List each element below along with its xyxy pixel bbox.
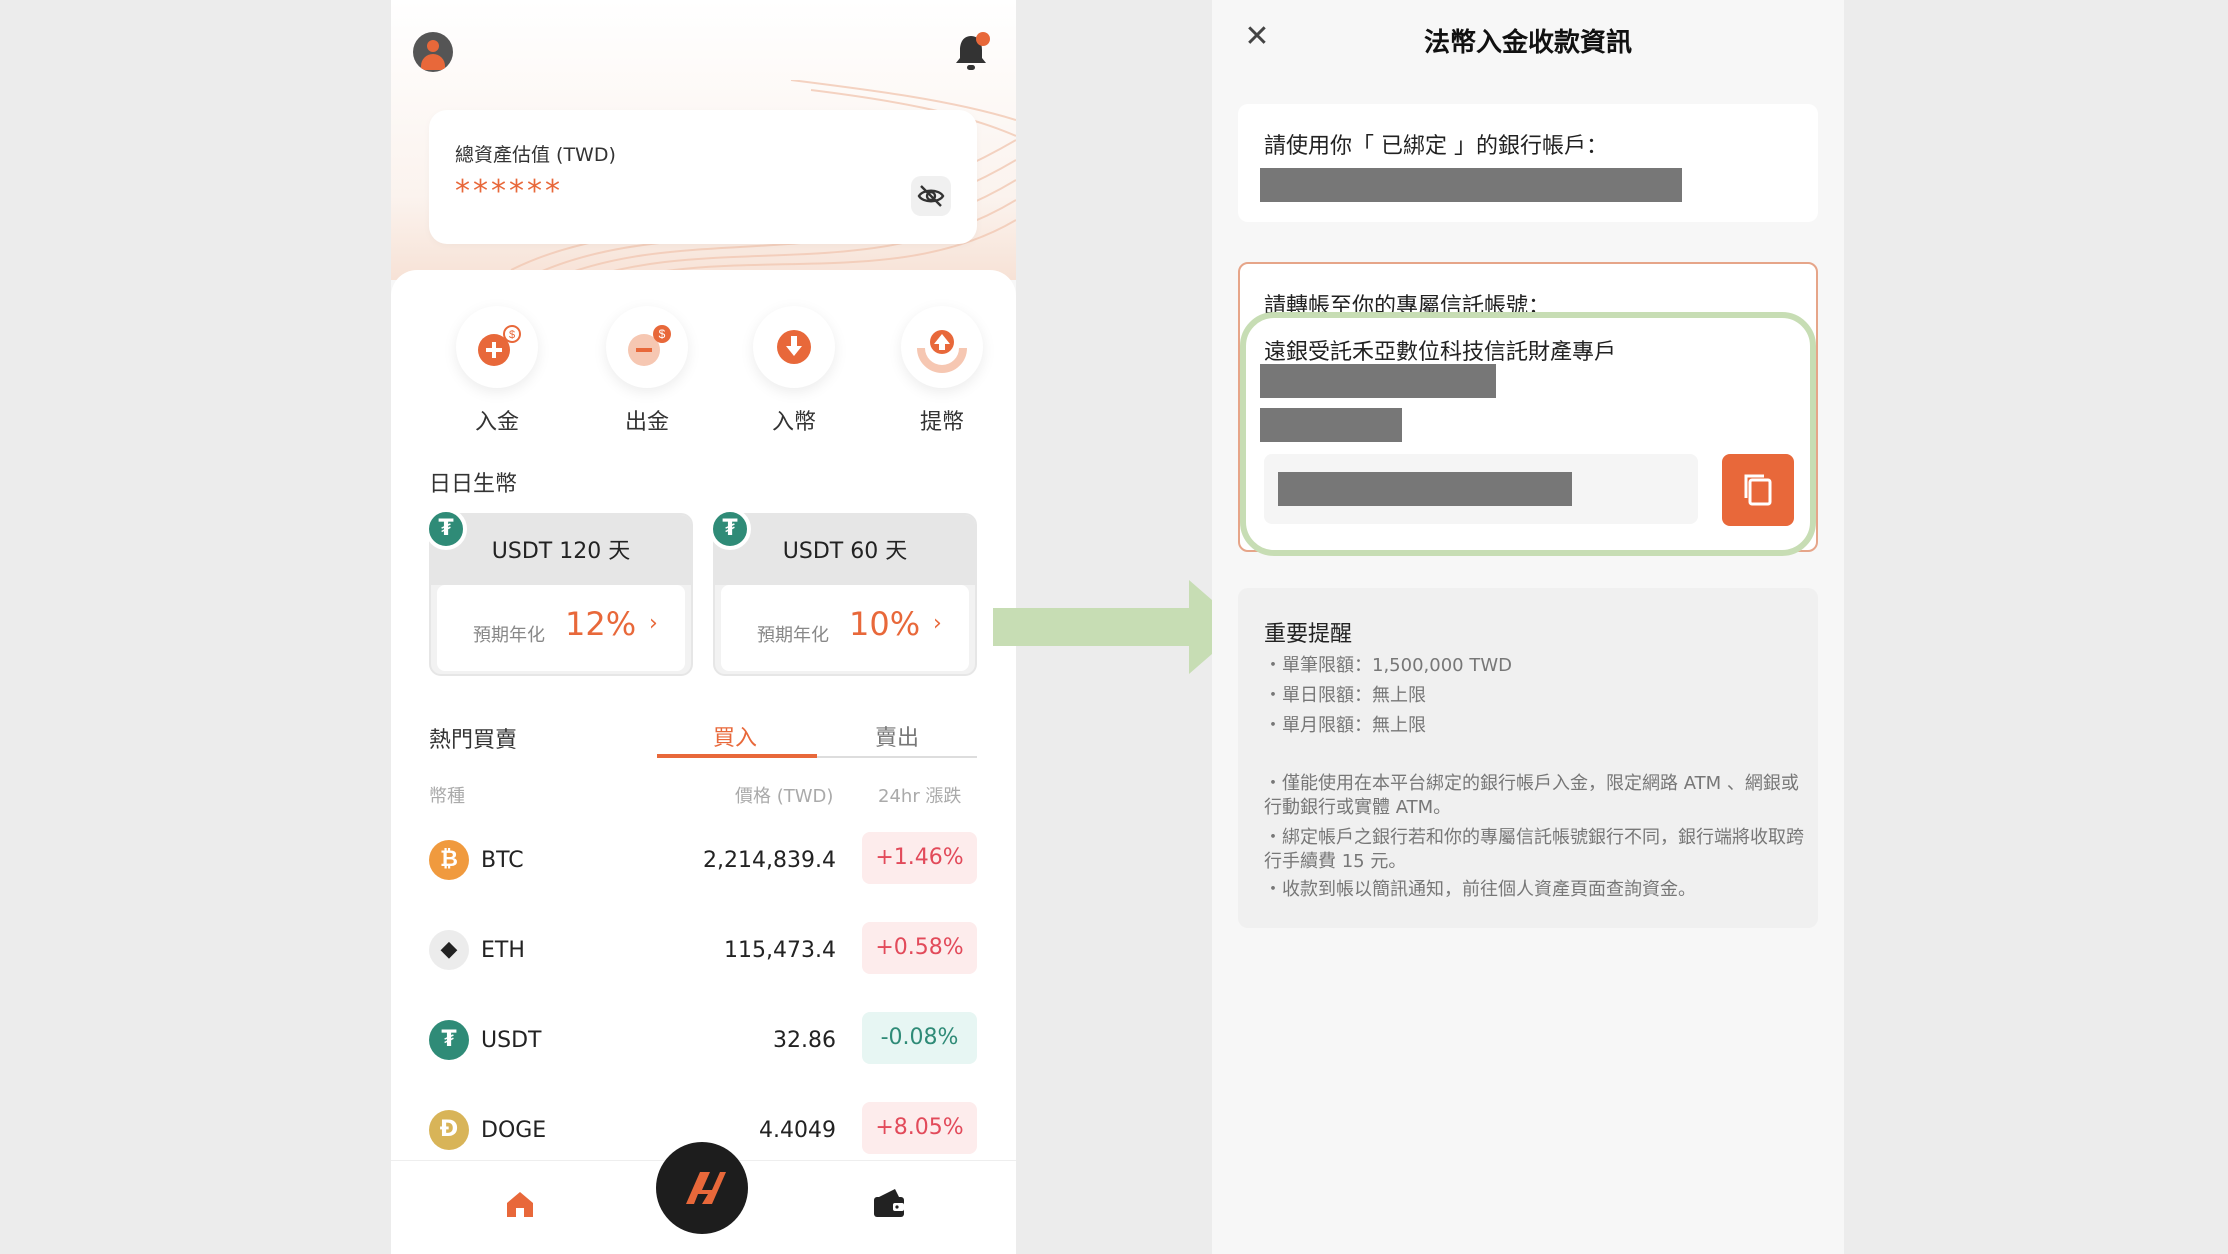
- tab-buy[interactable]: 買入: [713, 720, 757, 752]
- action-withdraw[interactable]: $ 出金: [592, 306, 702, 436]
- svg-text:$: $: [659, 327, 666, 341]
- coin-symbol: ETH: [481, 938, 525, 963]
- action-label: 入金: [474, 410, 519, 435]
- table-row[interactable]: ◆ ETH 115,473.4 +0.58%: [391, 920, 1016, 980]
- limit-monthly: ・單月限額：無上限: [1264, 715, 1426, 736]
- wallet-icon[interactable]: [871, 1185, 907, 1221]
- usdt-icon: ₮: [429, 1020, 469, 1060]
- home-screen: 總資產估值 (TWD) ****** $ 入金 $ 出金 入幣 提幣 日日生幣 …: [391, 0, 1016, 1254]
- chevron-right-icon: ›: [933, 611, 942, 636]
- highlight-ring: [1240, 312, 1816, 556]
- action-coin-in[interactable]: 入幣: [739, 306, 849, 436]
- btc-icon: ₿: [429, 840, 469, 880]
- column-header-change: 24hr 漲跌: [878, 786, 962, 807]
- arrow-right-icon: [993, 580, 1243, 674]
- coin-price: 32.86: [773, 1028, 836, 1053]
- doge-icon: Ð: [429, 1110, 469, 1150]
- avatar[interactable]: [413, 32, 453, 72]
- note-sms: ・收款到帳以簡訊通知，前往個人資產頁面查詢資金。: [1264, 879, 1696, 900]
- asset-title: 總資產估值 (TWD): [455, 144, 616, 166]
- action-label: 提幣: [919, 410, 964, 435]
- action-label: 出金: [624, 410, 669, 435]
- chevron-right-icon: ›: [649, 611, 658, 636]
- earn-rate-label: 預期年化: [473, 625, 545, 646]
- brand-logo-icon: [686, 1172, 726, 1204]
- market-section-title: 熱門買賣: [429, 728, 518, 753]
- earn-product-card[interactable]: USDT 60 天 預期年化 10% ›: [713, 513, 977, 676]
- home-body: $ 入金 $ 出金 入幣 提幣 日日生幣 ₮ USDT 120 天 預期年化 1…: [391, 270, 1016, 1170]
- notice-card: 重要提醒 ・單筆限額：1,500,000 TWD ・單日限額：無上限 ・單月限額…: [1238, 588, 1818, 928]
- page-title: 法幣入金收款資訊: [1423, 28, 1632, 58]
- earn-rate-value: 12%: [565, 605, 637, 643]
- coin-change: -0.08%: [862, 1012, 977, 1064]
- note-fee: ・綁定帳戶之銀行若和你的專屬信託帳號銀行不同，銀行端將收取跨行手續費 15 元。: [1264, 827, 1804, 872]
- eye-off-icon: [917, 185, 945, 207]
- notice-title: 重要提醒: [1264, 622, 1353, 647]
- table-row[interactable]: ₮ USDT 32.86 -0.08%: [391, 1010, 1016, 1070]
- action-deposit[interactable]: $ 入金: [442, 306, 552, 436]
- earn-rate-value: 10%: [849, 605, 921, 643]
- earn-product-card[interactable]: USDT 120 天 預期年化 12% ›: [429, 513, 693, 676]
- coin-symbol: DOGE: [481, 1118, 547, 1143]
- redacted-account: [1260, 168, 1682, 202]
- tether-icon: ₮: [425, 508, 467, 550]
- coin-symbol: USDT: [481, 1028, 542, 1053]
- asset-masked-value: ******: [455, 174, 563, 209]
- bound-account-card: 請使用你「 已綁定 」的銀行帳戶：: [1238, 104, 1818, 222]
- app-logo-button[interactable]: [656, 1142, 748, 1234]
- coin-change: +8.05%: [862, 1102, 977, 1154]
- withdraw-minus-icon: $: [628, 325, 671, 366]
- coin-out-icon: [917, 330, 967, 373]
- table-row[interactable]: ₿ BTC 2,214,839.4 +1.46%: [391, 830, 1016, 890]
- column-header-price: 價格 (TWD): [735, 786, 834, 807]
- coin-change: +0.58%: [862, 922, 977, 974]
- coin-price: 4.4049: [759, 1118, 836, 1143]
- header-area: 總資產估值 (TWD) ******: [391, 0, 1016, 280]
- hide-balance-button[interactable]: [911, 176, 951, 216]
- note-bound-account: ・僅能使用在本平台綁定的銀行帳戶入金，限定網路 ATM 、網銀或行動銀行或實體 …: [1264, 773, 1799, 818]
- coin-change: +1.46%: [862, 832, 977, 884]
- limit-daily: ・單日限額：無上限: [1264, 685, 1426, 706]
- active-tab-indicator: [657, 754, 817, 758]
- coin-in-icon: [777, 330, 811, 364]
- tab-sell[interactable]: 賣出: [875, 720, 919, 752]
- svg-text:$: $: [509, 329, 515, 341]
- home-icon[interactable]: [503, 1187, 537, 1221]
- earn-section-title: 日日生幣: [429, 472, 518, 497]
- earn-product-name: USDT 60 天: [715, 515, 975, 585]
- coin-price: 2,214,839.4: [703, 848, 836, 873]
- limit-single: ・單筆限額：1,500,000 TWD: [1264, 655, 1512, 676]
- asset-card: 總資產估值 (TWD) ******: [429, 110, 977, 244]
- tether-icon: ₮: [709, 508, 751, 550]
- eth-icon: ◆: [429, 930, 469, 970]
- coin-symbol: BTC: [481, 848, 524, 873]
- deposit-plus-icon: $: [478, 325, 521, 366]
- coin-price: 115,473.4: [724, 938, 836, 963]
- fiat-deposit-screen: ✕ 法幣入金收款資訊 請使用你「 已綁定 」的銀行帳戶： 請轉帳至你的專屬信託帳…: [1212, 0, 1844, 1254]
- bound-account-label: 請使用你「 已綁定 」的銀行帳戶：: [1264, 134, 1608, 159]
- earn-product-name: USDT 120 天: [431, 515, 691, 585]
- earn-rate-label: 預期年化: [757, 625, 829, 646]
- bell-icon[interactable]: [951, 30, 991, 74]
- action-label: 入幣: [771, 410, 816, 435]
- column-header-coin: 幣種: [429, 786, 465, 807]
- action-coin-out[interactable]: 提幣: [887, 306, 997, 436]
